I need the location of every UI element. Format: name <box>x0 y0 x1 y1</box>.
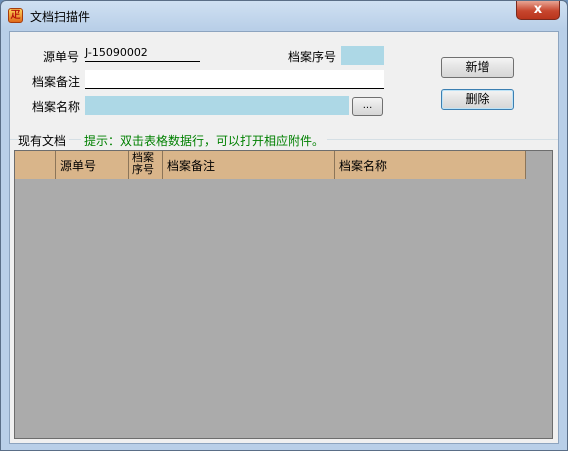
archive-seq-field[interactable] <box>341 46 384 65</box>
archive-name-field[interactable] <box>85 96 349 115</box>
archive-seq-label: 档案序号 <box>288 50 337 64</box>
grid-header-source-no[interactable]: 源单号 <box>56 151 129 179</box>
grid-header-archive-note[interactable]: 档案备注 <box>163 151 335 179</box>
add-button[interactable]: 新增 <box>441 57 514 78</box>
dialog-body: 源单号 J-15090002 档案序号 档案备注 档案名称 ... 新增 删除 … <box>9 31 559 444</box>
browse-button[interactable]: ... <box>352 97 383 116</box>
source-no-label: 源单号 <box>43 50 80 64</box>
section-title: 现有文档 <box>18 132 70 149</box>
close-button[interactable]: x <box>516 1 560 20</box>
grid-header-archive-seq[interactable]: 档案序号 <box>129 151 163 179</box>
section-hint: 提示：双击表格数据行，可以打开相应附件。 <box>81 132 328 149</box>
archive-note-field[interactable] <box>85 70 384 89</box>
close-icon: x <box>533 2 543 17</box>
title-bar[interactable]: 疋 文档扫描件 x <box>1 1 567 29</box>
grid-header-row-selector <box>15 151 56 179</box>
window-title: 文档扫描件 <box>30 10 91 24</box>
app-icon: 疋 <box>8 8 23 23</box>
documents-grid[interactable]: 源单号 档案序号 档案备注 档案名称 <box>14 150 553 439</box>
app-window: 疋 文档扫描件 x 源单号 J-15090002 档案序号 档案备注 档案名称 … <box>0 0 568 451</box>
archive-name-label: 档案名称 <box>32 100 81 114</box>
grid-header-archive-name[interactable]: 档案名称 <box>335 151 526 179</box>
source-no-field[interactable]: J-15090002 <box>85 45 200 62</box>
delete-button[interactable]: 删除 <box>441 89 514 110</box>
archive-note-label: 档案备注 <box>32 75 81 89</box>
